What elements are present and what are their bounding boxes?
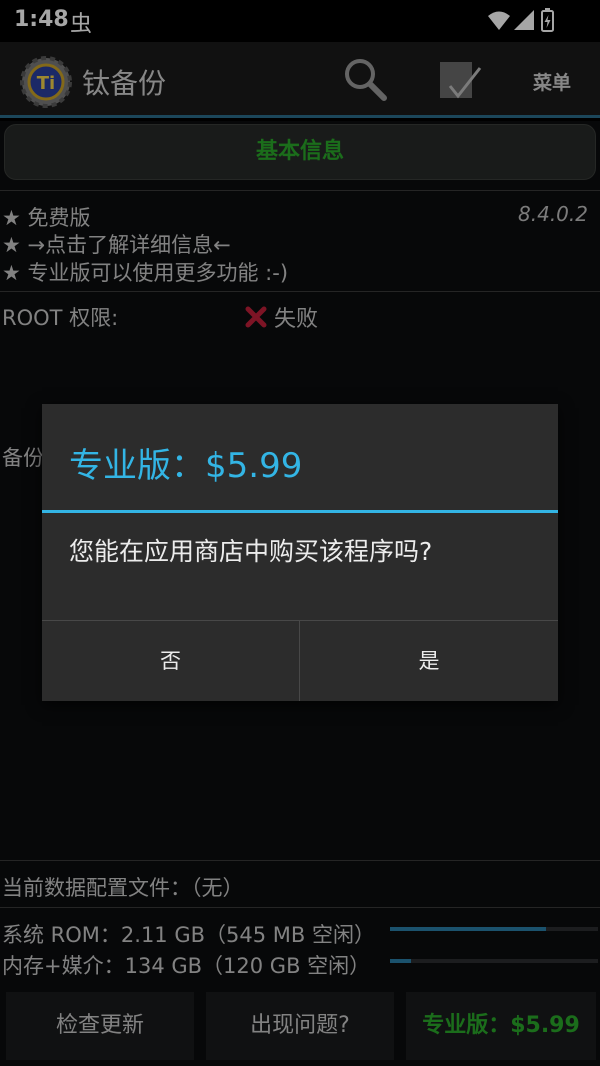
dialog-message: 您能在应用商店中购买该程序吗?: [69, 537, 433, 566]
dialog-yes-button[interactable]: 是: [300, 621, 558, 701]
pro-purchase-dialog: 专业版：$5.99 您能在应用商店中购买该程序吗? 否 是: [42, 404, 558, 701]
dialog-title-divider: [42, 510, 558, 513]
dialog-no-button[interactable]: 否: [42, 621, 299, 701]
dialog-title: 专业版：$5.99: [69, 446, 303, 486]
